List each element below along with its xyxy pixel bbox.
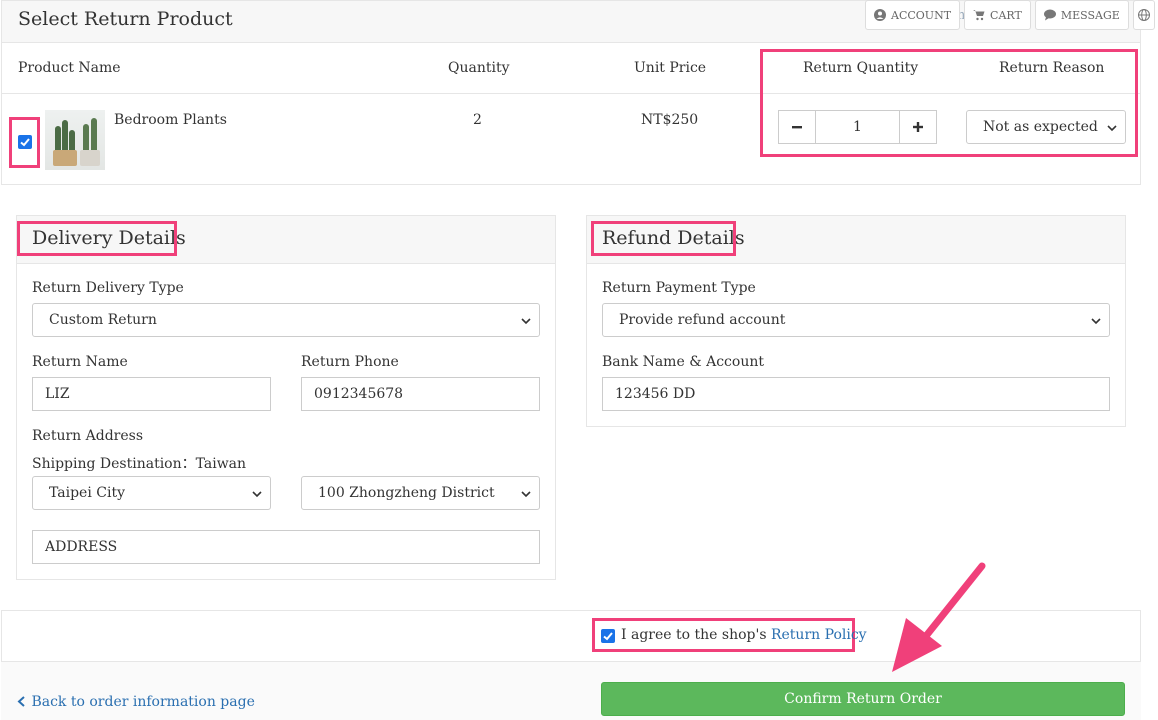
bank-account-input[interactable]: 123456 DD	[602, 377, 1110, 411]
agree-text: I agree to the shop's Return Policy	[621, 627, 867, 643]
check-icon	[603, 632, 613, 641]
payment-type-label: Return Payment Type	[602, 280, 756, 296]
return-fields-highlight	[760, 49, 1138, 157]
checkbox-highlight	[9, 117, 40, 168]
top-nav: ACCOUNT CART MESSAGE	[865, 0, 1155, 30]
chevron-down-icon	[521, 491, 531, 498]
back-link-label: Back to order information page	[31, 694, 255, 710]
cart-button[interactable]: CART	[964, 0, 1031, 30]
delivery-title-highlight	[17, 221, 177, 256]
city-select[interactable]: Taipei City	[32, 476, 271, 510]
message-label: MESSAGE	[1060, 8, 1120, 22]
header-product-name: Product Name	[18, 60, 121, 76]
product-quantity: 2	[473, 112, 482, 128]
back-link[interactable]: Back to order information page	[17, 694, 255, 710]
account-label: ACCOUNT	[891, 8, 952, 22]
account-button[interactable]: ACCOUNT	[865, 0, 961, 30]
cart-label: CART	[990, 8, 1022, 22]
district-value: 100 Zhongzheng District	[318, 485, 495, 501]
return-phone-label: Return Phone	[301, 354, 399, 370]
header-unit-price: Unit Price	[634, 60, 707, 76]
return-address-label: Return Address	[32, 428, 144, 444]
product-thumbnail	[45, 110, 105, 170]
chevron-down-icon	[1091, 318, 1101, 325]
payment-type-value: Provide refund account	[619, 312, 786, 328]
chevron-left-icon	[17, 696, 25, 707]
address-input[interactable]: ADDRESS	[32, 530, 540, 564]
district-select[interactable]: 100 Zhongzheng District	[301, 476, 540, 510]
confirm-return-button[interactable]: Confirm Return Order	[601, 682, 1125, 716]
bank-account-label: Bank Name & Account	[602, 354, 764, 370]
chevron-down-icon	[252, 491, 262, 498]
return-name-label: Return Name	[32, 354, 128, 370]
payment-type-select[interactable]: Provide refund account	[602, 303, 1110, 337]
chevron-down-icon	[521, 318, 531, 325]
city-value: Taipei City	[49, 485, 125, 501]
chat-icon	[1043, 9, 1056, 21]
agree-label: I agree to the shop's	[621, 627, 767, 643]
return-phone-input[interactable]: 0912345678	[301, 377, 540, 411]
message-button[interactable]: MESSAGE	[1034, 0, 1129, 30]
language-button[interactable]	[1132, 0, 1155, 30]
return-policy-link[interactable]: Return Policy	[771, 627, 867, 643]
refund-title-highlight	[591, 221, 736, 256]
delivery-type-value: Custom Return	[49, 312, 157, 328]
agree-checkbox[interactable]	[601, 629, 615, 643]
user-icon	[874, 9, 886, 21]
return-name-input[interactable]: LIZ	[32, 377, 271, 411]
globe-icon	[1137, 9, 1150, 21]
cart-icon	[973, 10, 985, 21]
delivery-type-select[interactable]: Custom Return	[32, 303, 540, 337]
product-name: Bedroom Plants	[114, 112, 227, 128]
delivery-type-label: Return Delivery Type	[32, 280, 184, 296]
annotation-arrow-icon	[892, 562, 986, 672]
product-unit-price: NT$250	[641, 112, 699, 128]
header-quantity: Quantity	[448, 60, 510, 76]
shipping-destination: Shipping Destination：Taiwan	[32, 456, 247, 472]
